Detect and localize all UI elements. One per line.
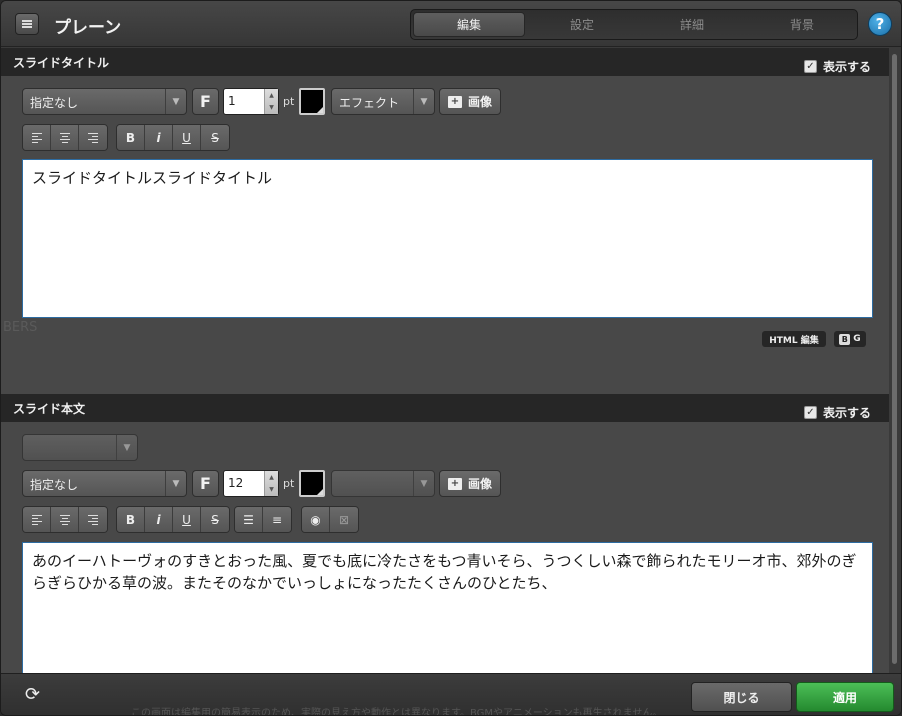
body-section-header: スライド本文 ✓ 表示する xyxy=(1,394,889,422)
stepper-icon[interactable]: ▲ ▼ xyxy=(264,471,278,496)
body-size-input[interactable]: 12 ▲ ▼ xyxy=(223,470,279,497)
bold-button[interactable]: B xyxy=(117,125,145,150)
title-align-group xyxy=(22,124,108,151)
unlink-icon[interactable]: ⊠ xyxy=(330,507,358,532)
body-font-value: 指定なし xyxy=(30,478,79,492)
tab-settings[interactable]: 設定 xyxy=(527,10,637,39)
checkbox-icon[interactable]: ✓ xyxy=(804,406,817,419)
body-font-select[interactable]: 指定なし ▼ xyxy=(22,470,187,497)
body-image-button[interactable]: + 画像 xyxy=(439,470,501,497)
chevron-down-icon: ▼ xyxy=(116,435,137,460)
align-right-icon[interactable] xyxy=(79,125,107,150)
chevron-down-icon: ▼ xyxy=(165,471,186,496)
align-left-icon[interactable] xyxy=(23,507,51,532)
title-section-heading: スライドタイトル xyxy=(13,56,110,70)
scrollbar[interactable] xyxy=(890,48,900,673)
title-size-value: 1 xyxy=(228,94,236,108)
underline-button[interactable]: U xyxy=(173,507,201,532)
chevron-down-icon: ▼ xyxy=(165,89,186,114)
help-button[interactable]: ? xyxy=(868,12,892,36)
sync-icon[interactable]: ⟳ xyxy=(25,684,49,706)
title-effect-select[interactable]: エフェクト ▼ xyxy=(331,88,435,115)
globe-link-icon[interactable]: ◉ xyxy=(302,507,330,532)
body-link-group: ◉ ⊠ xyxy=(301,506,359,533)
dialog-body: BERS スライドタイトル ✓ 表示する 指定なし ▼ F 1 ▲ ▼ pt エフ… xyxy=(1,48,889,673)
bullet-list-icon[interactable]: ☰ xyxy=(235,507,263,532)
align-left-icon[interactable] xyxy=(23,125,51,150)
tab-bar: 編集 設定 詳細 背景 xyxy=(410,9,858,40)
title-font-select[interactable]: 指定なし ▼ xyxy=(22,88,187,115)
italic-button[interactable]: i xyxy=(145,507,173,532)
body-align-group xyxy=(22,506,108,533)
numbered-list-icon[interactable]: ≡ xyxy=(263,507,291,532)
image-add-icon: + xyxy=(447,95,462,108)
slide-edit-dialog: プレーン 編集 設定 詳細 背景 ? BERS スライドタイトル ✓ 表示する … xyxy=(0,0,902,716)
title-effect-value: エフェクト xyxy=(339,96,400,110)
tab-edit[interactable]: 編集 xyxy=(413,12,525,37)
apply-button[interactable]: 適用 xyxy=(796,682,894,712)
b-icon: B xyxy=(839,333,851,345)
tab-details[interactable]: 詳細 xyxy=(637,10,747,39)
title-style-group: B i U S xyxy=(116,124,230,151)
footer-note: この画面は編集用の簡易表示のため、実際の見え方や動作とは異なります。BGMやアニ… xyxy=(131,708,663,716)
body-show-toggle[interactable]: ✓ 表示する xyxy=(804,404,871,421)
body-size-unit: pt xyxy=(283,477,295,490)
dialog-title: プレーン xyxy=(54,18,122,38)
html-edit-button[interactable]: HTML 編集 xyxy=(762,331,826,347)
title-editor[interactable]: スライドタイトルスライドタイトル xyxy=(22,159,873,318)
title-font-value: 指定なし xyxy=(30,96,79,110)
body-style-select[interactable]: ▼ xyxy=(22,434,138,461)
body-style-group: B i U S xyxy=(116,506,230,533)
body-section-heading: スライド本文 xyxy=(13,402,86,416)
align-right-icon[interactable] xyxy=(79,507,107,532)
body-size-value: 12 xyxy=(228,476,244,490)
title-show-label: 表示する xyxy=(823,60,872,74)
title-size-input[interactable]: 1 ▲ ▼ xyxy=(223,88,279,115)
close-button[interactable]: 閉じる xyxy=(691,682,792,712)
body-show-label: 表示する xyxy=(823,406,872,420)
body-image-label: 画像 xyxy=(467,477,492,491)
menu-button[interactable] xyxy=(15,13,39,35)
chevron-down-icon: ▼ xyxy=(413,89,434,114)
bg-toggle-button[interactable]: B G xyxy=(834,331,866,347)
scrollbar-thumb[interactable] xyxy=(892,54,897,664)
title-image-button[interactable]: + 画像 xyxy=(439,88,501,115)
checkbox-icon[interactable]: ✓ xyxy=(804,60,817,73)
body-list-group: ☰ ≡ xyxy=(234,506,292,533)
align-center-icon[interactable] xyxy=(51,507,79,532)
italic-button[interactable]: i xyxy=(145,125,173,150)
image-add-icon: + xyxy=(447,477,462,490)
hamburger-icon xyxy=(22,23,32,25)
bold-button[interactable]: B xyxy=(117,507,145,532)
tab-background[interactable]: 背景 xyxy=(747,10,857,39)
chevron-down-icon: ▼ xyxy=(413,471,434,496)
title-image-label: 画像 xyxy=(467,95,492,109)
strike-button[interactable]: S xyxy=(201,507,229,532)
underline-button[interactable]: U xyxy=(173,125,201,150)
title-section-header: スライドタイトル ✓ 表示する xyxy=(1,48,889,76)
body-color-picker[interactable] xyxy=(299,470,325,497)
body-font-button[interactable]: F xyxy=(192,470,219,497)
dialog-header: プレーン 編集 設定 詳細 背景 ? xyxy=(1,1,901,47)
stepper-icon[interactable]: ▲ ▼ xyxy=(264,89,278,114)
body-effect-select[interactable]: ▼ xyxy=(331,470,435,497)
body-editor[interactable]: あのイーハトーヴォのすきとおった風、夏でも底に冷たさをもつ青いそら、うつくしい森… xyxy=(22,542,873,673)
title-color-picker[interactable] xyxy=(299,88,325,115)
strike-button[interactable]: S xyxy=(201,125,229,150)
dialog-footer: ⟳ この画面は編集用の簡易表示のため、実際の見え方や動作とは異なります。BGMや… xyxy=(1,673,901,716)
title-size-unit: pt xyxy=(283,95,295,108)
align-center-icon[interactable] xyxy=(51,125,79,150)
bg-label: G xyxy=(853,334,861,344)
title-show-toggle[interactable]: ✓ 表示する xyxy=(804,58,871,75)
title-font-button[interactable]: F xyxy=(192,88,219,115)
background-text: BERS xyxy=(3,320,38,335)
